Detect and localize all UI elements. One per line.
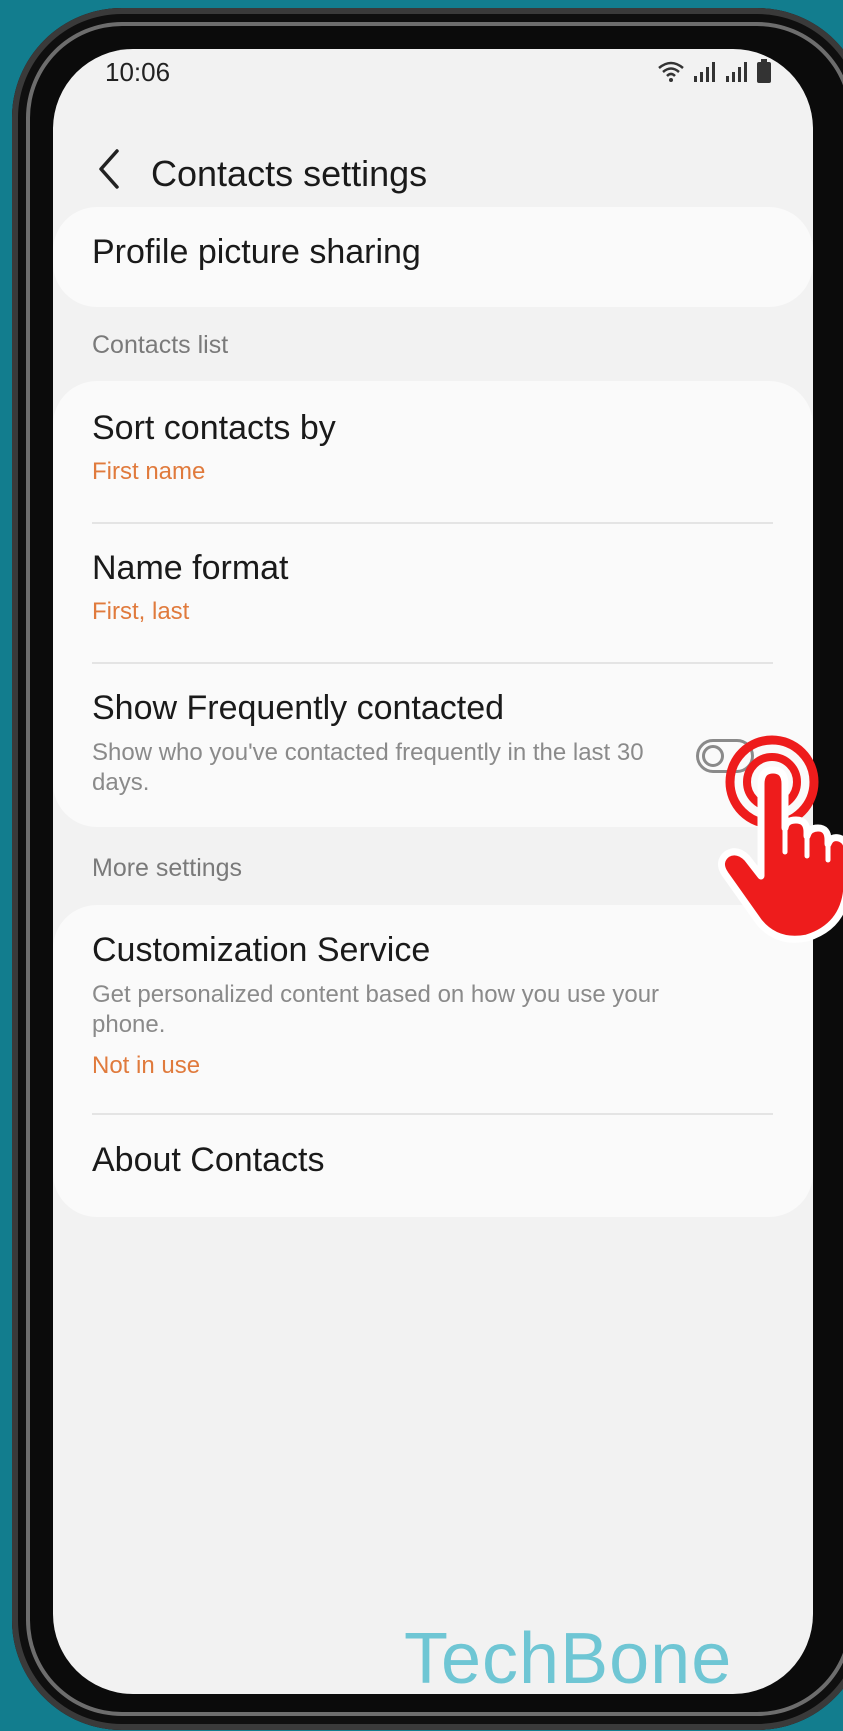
divider: [92, 522, 773, 524]
setting-description: Get personalized content based on how yo…: [92, 981, 660, 1038]
setting-profile-picture-sharing[interactable]: Profile picture sharing: [92, 233, 773, 272]
frequently-contacted-toggle[interactable]: [696, 739, 754, 773]
setting-title: Sort contacts by: [92, 409, 336, 447]
status-time: 10:06: [105, 57, 171, 87]
page-title: Contacts settings: [151, 153, 428, 194]
profile-card[interactable]: Profile picture sharing: [53, 207, 813, 307]
toggle-knob: [702, 745, 724, 767]
setting-title: Show Frequently contacted: [92, 689, 505, 727]
setting-sort-contacts-by[interactable]: Sort contacts by First name: [92, 409, 773, 486]
setting-title: Customization Service: [92, 931, 431, 969]
setting-customization-service[interactable]: Customization Service Get personalized c…: [92, 931, 773, 1080]
setting-description: Show who you've contacted frequently in …: [92, 739, 644, 796]
section-header-contacts-list: Contacts list: [92, 331, 229, 359]
setting-value: First name: [92, 458, 206, 485]
setting-title: About Contacts: [92, 1141, 325, 1179]
setting-value: First, last: [92, 598, 190, 625]
more-settings-card: Customization Service Get personalized c…: [53, 905, 813, 1217]
setting-name-format[interactable]: Name format First, last: [92, 549, 773, 626]
signal-icon: [726, 62, 747, 82]
divider: [92, 662, 773, 664]
setting-about-contacts[interactable]: About Contacts: [92, 1141, 773, 1180]
section-header-more-settings: More settings: [92, 854, 243, 882]
signal-icon: [694, 62, 715, 82]
contacts-list-card: Sort contacts by First name Name format …: [53, 381, 813, 827]
phone-screen: 10:06 Contacts settings Profile picture …: [53, 49, 813, 1694]
watermark: TechBone: [404, 1619, 733, 1699]
status-icons: [657, 59, 771, 83]
setting-title: Profile picture sharing: [92, 233, 421, 271]
chevron-left-icon[interactable]: [91, 147, 127, 191]
divider: [92, 1113, 773, 1115]
status-bar: 10:06: [53, 49, 813, 109]
setting-show-frequently-contacted[interactable]: Show Frequently contacted Show who you'v…: [92, 689, 813, 798]
battery-icon: [757, 59, 771, 83]
setting-title: Name format: [92, 549, 289, 587]
setting-value: Not in use: [92, 1052, 201, 1079]
app-bar: Contacts settings: [53, 129, 813, 209]
wifi-icon: [658, 61, 684, 82]
